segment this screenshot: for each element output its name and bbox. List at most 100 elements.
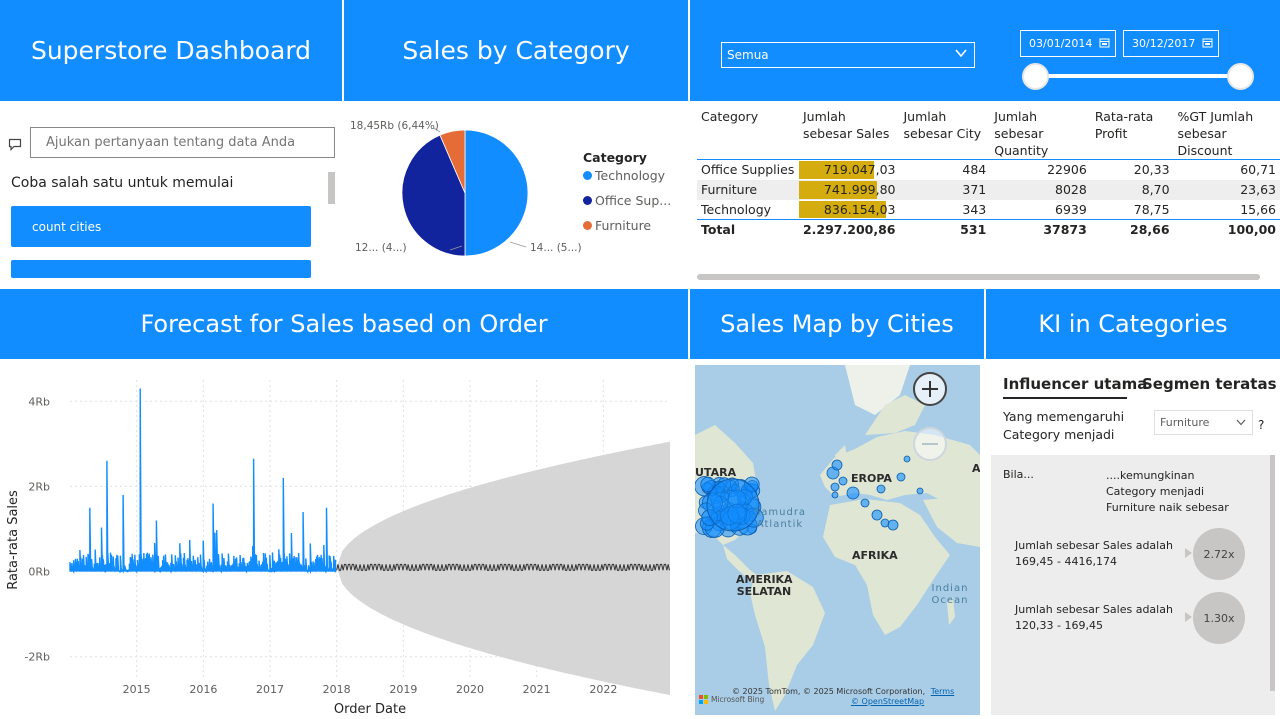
map-bubble[interactable] (903, 455, 911, 463)
help-icon[interactable]: ? (1258, 418, 1264, 432)
date-start-input[interactable]: 03/01/2014 (1020, 30, 1116, 57)
matrix-cell-sales: 741.999,80 (798, 179, 900, 200)
table-row[interactable]: Office Supplies 719.047,03 484 22906 20,… (697, 159, 1280, 180)
matrix-cell-city: 371 (899, 179, 991, 200)
ki-scrollbar[interactable] (1270, 455, 1275, 691)
dashboard-title: Superstore Dashboard (30, 36, 312, 65)
tab-top-segments[interactable]: Segmen teratas (1142, 375, 1277, 393)
matrix-col-header[interactable]: Jumlah sebesar Quantity (990, 108, 1091, 160)
matrix-cell-category: Furniture (697, 179, 799, 200)
map-bubble[interactable] (876, 484, 886, 494)
matrix-col-header[interactable]: Jumlah sebesar City (900, 108, 991, 160)
sales-map[interactable]: UTARA EROPA AFRIKA AMERIKA SELATAN A Sam… (695, 365, 980, 715)
map-bubble[interactable] (916, 487, 924, 495)
y-tick-label: 0Rb (28, 566, 50, 579)
map-bubble[interactable] (871, 509, 883, 521)
ki-influencer-row[interactable]: Jumlah sebesar Sales adalah 169,45 - 441… (1015, 538, 1175, 570)
matrix-col-header[interactable]: Jumlah sebesar Sales (799, 108, 900, 160)
map-bubble[interactable] (860, 498, 870, 508)
legend-item-office-supplies[interactable]: Office Sup... (583, 193, 671, 218)
actual-sales-line[interactable] (69, 388, 337, 575)
qa-suggestion-button[interactable] (11, 260, 311, 278)
tab-key-influencers[interactable]: Influencer utama (1003, 375, 1147, 393)
map-label-north-america: UTARA (695, 466, 737, 479)
map-bubble[interactable] (831, 459, 843, 471)
legend-item-technology[interactable]: Technology (583, 168, 671, 193)
table-row[interactable]: Technology 836.154,03 343 6939 78,75 15,… (697, 200, 1280, 220)
qa-suggestion-button[interactable]: count cities (11, 206, 311, 247)
sales-map-header: Sales Map by Cities (690, 289, 984, 359)
matrix-col-header[interactable]: Category (697, 108, 799, 160)
qa-scrollbar[interactable] (328, 172, 335, 204)
date-end-value: 30/12/2017 (1132, 37, 1196, 50)
map-osm-link[interactable]: © OpenStreetMap (851, 697, 924, 706)
pie-legend-title: Category (583, 150, 647, 165)
map-attribution: © 2025 TomTom, © 2025 Microsoft Corporat… (732, 687, 955, 696)
date-slider-start-handle[interactable] (1022, 63, 1049, 90)
x-tick-label: 2015 (123, 683, 151, 696)
x-axis-title: Order Date (334, 702, 406, 717)
pie-label-right: 14... (5...) (530, 242, 582, 254)
matrix-horizontal-scrollbar[interactable] (697, 274, 1260, 280)
matrix-cell-quantity: 6939 (1055, 201, 1087, 217)
ki-col-when: Bila... (1003, 468, 1034, 481)
chevron-down-icon (954, 46, 968, 63)
matrix-cell-category: Total (697, 219, 799, 240)
matrix-cell-city: 343 (962, 201, 987, 217)
table-row[interactable]: Furniture 741.999,80 371 8028 8,70 23,63 (697, 179, 1280, 200)
dropdown-value: Semua (727, 48, 769, 62)
qa-question-input[interactable] (30, 127, 335, 158)
x-tick-label: 2020 (456, 683, 484, 696)
map-bubble[interactable] (846, 486, 860, 500)
x-tick-label: 2019 (389, 683, 417, 696)
map-bubble[interactable] (831, 491, 839, 499)
map-zoom-in-button[interactable] (913, 372, 947, 406)
matrix-cell-quantity: 37873 (990, 219, 1091, 240)
map-bubble[interactable] (887, 519, 899, 531)
ki-influencer-text: Jumlah sebesar Sales adalah 169,45 - 441… (1015, 539, 1173, 568)
pie-slice-technology[interactable] (464, 129, 529, 257)
date-end-input[interactable]: 30/12/2017 (1123, 30, 1219, 57)
y-axis-title: Rata-rata Sales (6, 490, 21, 590)
category-dropdown[interactable]: Semua (721, 42, 975, 68)
matrix-cell-category: Office Supplies (697, 159, 799, 180)
map-bubble[interactable] (838, 476, 848, 486)
bing-logo: Microsoft Bing (699, 695, 764, 704)
matrix-cell-discount: 100,00 (1173, 219, 1280, 240)
triangle-right-icon (1185, 548, 1192, 558)
date-slider-end-handle[interactable] (1227, 63, 1254, 90)
map-terms-link[interactable]: Terms (931, 687, 955, 696)
legend-item-furniture[interactable]: Furniture (583, 218, 671, 243)
pie-leader-line (509, 241, 527, 248)
matrix-cell-sales: 719.047,03 (798, 159, 900, 180)
map-bubble[interactable] (896, 472, 906, 482)
matrix-cell-profit: 20,33 (1090, 159, 1174, 180)
y-tick-label: 2Rb (28, 480, 50, 493)
forecast-title: Forecast for Sales based on Order (140, 310, 548, 338)
x-tick-label: 2022 (589, 683, 617, 696)
map-bubble[interactable] (830, 482, 840, 492)
matrix-cell-quantity: 8028 (990, 179, 1091, 200)
matrix-cell-quantity: 22906 (990, 159, 1091, 180)
matrix-col-header[interactable]: %GT Jumlah sebesar Discount (1174, 108, 1280, 160)
map-label-europe: EROPA (851, 472, 892, 485)
ki-header: KI in Categories (986, 289, 1280, 359)
y-tick-label: 4Rb (28, 395, 50, 408)
matrix-cell-city: 531 (899, 219, 991, 240)
legend-dot-icon (583, 171, 592, 180)
ki-category-select[interactable]: Furniture (1154, 410, 1253, 435)
y-tick-label: -2Rb (24, 651, 50, 664)
matrix-total-row: Total 2.297.200,86 531 37873 28,66 100,0… (697, 219, 1280, 240)
matrix-cell-category: Technology (701, 201, 772, 217)
matrix-cell-profit: 28,66 (1090, 219, 1174, 240)
matrix-cell-sales: 836.154,03 (798, 200, 900, 220)
ki-col-likelihood: ....kemungkinan Category menjadi Furnitu… (1106, 469, 1229, 514)
map-ocean-indian: Indian Ocean (931, 583, 969, 606)
matrix-cell-sales: 2.297.200,86 (798, 219, 900, 240)
matrix-col-header[interactable]: Rata-rata Profit (1091, 108, 1174, 160)
matrix-cell-profit: 8,70 (1090, 179, 1174, 200)
map-zoom-out-button[interactable] (913, 427, 947, 461)
map-background (695, 365, 980, 711)
qa-suggestion-label: count cities (32, 219, 102, 234)
ki-influencer-row[interactable]: Jumlah sebesar Sales adalah 120,33 - 169… (1015, 602, 1175, 634)
